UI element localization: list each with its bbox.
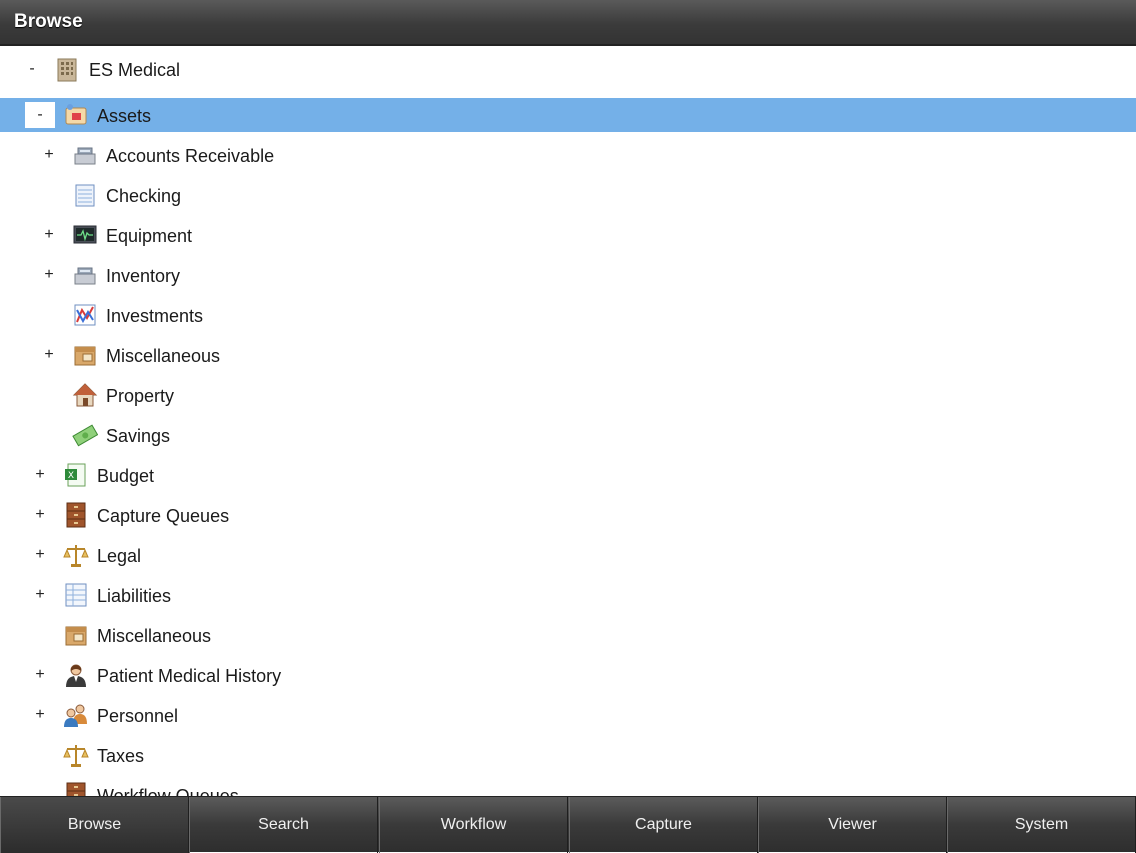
tree-node-label: Equipment [106,226,193,246]
scales-icon [63,542,89,568]
tree-node-label: Assets [97,106,152,126]
expand-toggle[interactable]: + [25,662,55,688]
tab-browse[interactable]: Browse [0,797,189,853]
people-icon [63,702,89,728]
tree-node-personnel[interactable]: + Personnel [0,698,1136,732]
tab-system[interactable]: System [947,797,1136,853]
tree-node-label: Property [106,386,175,406]
tree-node-label: Inventory [106,266,181,286]
spreadsheet-icon: X [63,462,89,488]
tree-node-capture-queues[interactable]: + Capture Queues [0,498,1136,532]
tab-capture[interactable]: Capture [569,797,758,853]
box-icon [63,622,89,648]
tab-search[interactable]: Search [189,797,378,853]
tree-node-label: Patient Medical History [97,666,282,686]
tree-node-equipment[interactable]: + Equipment [0,218,1136,252]
tree-node-label: Savings [106,426,171,446]
tree-node-liabilities[interactable]: + Liabilities [0,578,1136,612]
tree-node-miscellaneous[interactable]: + Miscellaneous [0,338,1136,372]
tree-node-workflow-queues[interactable]: Workflow Queues [0,778,1136,796]
cabinet-icon [63,782,89,796]
monitor-icon [72,222,98,248]
assets-icon [63,102,89,128]
tree-node-inventory[interactable]: + Inventory [0,258,1136,292]
expand-toggle[interactable]: + [34,222,64,248]
expand-toggle[interactable]: + [34,342,64,368]
tree-node-label: Miscellaneous [106,346,221,366]
expand-toggle[interactable]: + [25,582,55,608]
expand-toggle[interactable]: + [25,702,55,728]
tree-node-label: Capture Queues [97,506,230,526]
browse-tree: - ES Medical - Assets + Accounts Receiva… [0,52,1136,796]
money-icon [72,422,98,448]
building-icon [54,56,80,82]
doctor-icon [63,662,89,688]
tree-node-label: Workflow Queues [97,786,239,796]
svg-text:X: X [68,471,74,481]
expand-toggle[interactable]: + [34,142,64,168]
tree-node-label: ES Medical [89,60,181,80]
tree-node-label: Miscellaneous [97,626,212,646]
expand-toggle[interactable]: + [25,462,55,488]
tree-node-root[interactable]: - ES Medical [0,52,1136,86]
tree-node-savings[interactable]: Savings [0,418,1136,452]
expand-toggle[interactable]: + [25,502,55,528]
tree-node-assets[interactable]: - Assets [0,98,1136,132]
tree-node-label: Investments [106,306,204,326]
cash-register-icon [72,262,98,288]
tree-node-accounts-receivable[interactable]: + Accounts Receivable [0,138,1136,172]
tree-node-label: Budget [97,466,155,486]
tree-node-property[interactable]: Property [0,378,1136,412]
tree-node-label: Legal [97,546,142,566]
tree-node-budget[interactable]: + X Budget [0,458,1136,492]
tree-node-patient-medical-history[interactable]: + Patient Medical History [0,658,1136,692]
collapse-toggle[interactable]: - [25,102,55,128]
tree-node-investments[interactable]: Investments [0,298,1136,332]
tree-node-label: Personnel [97,706,179,726]
box-icon [72,342,98,368]
cash-register-icon [72,142,98,168]
cabinet-icon [63,502,89,528]
tree-node-taxes[interactable]: Taxes [0,738,1136,772]
table-doc-icon [63,582,89,608]
tree-node-miscellaneous-top[interactable]: Miscellaneous [0,618,1136,652]
tab-viewer[interactable]: Viewer [758,797,947,853]
expand-toggle[interactable]: + [34,262,64,288]
tab-workflow[interactable]: Workflow [379,797,568,853]
tree-node-label: Taxes [97,746,145,766]
ledger-icon [72,182,98,208]
tree-node-legal[interactable]: + Legal [0,538,1136,572]
page-title: Browse [14,11,83,32]
bottom-tab-bar: Browse Search Workflow Capture Viewer Sy… [0,796,1136,853]
expand-toggle[interactable]: + [25,542,55,568]
tree-node-label: Accounts Receivable [106,146,275,166]
tree-node-checking[interactable]: Checking [0,178,1136,212]
house-icon [72,382,98,408]
chart-icon [72,302,98,328]
tree-node-label: Liabilities [97,586,172,606]
scales-icon [63,742,89,768]
collapse-toggle[interactable]: - [17,56,47,82]
tree-node-label: Checking [106,186,182,206]
header-bar: Browse [0,0,1136,46]
